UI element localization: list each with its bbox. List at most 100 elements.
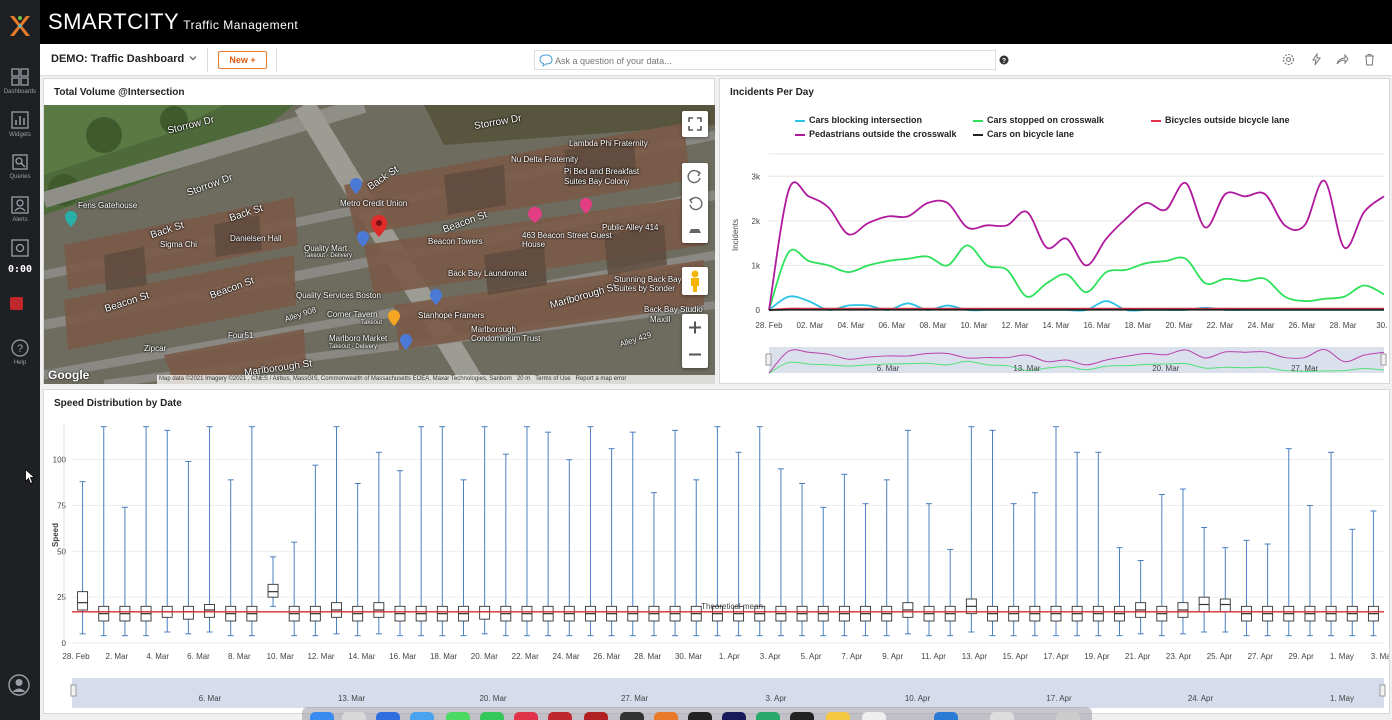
dock-app-icon[interactable]	[548, 712, 572, 720]
dock-app-icon[interactable]	[826, 712, 850, 720]
map-streetview-button[interactable]	[682, 267, 708, 295]
ask-question-input[interactable]	[555, 53, 985, 68]
rail-item-queries[interactable]: Queries	[0, 153, 40, 180]
map-shop-pin-icon[interactable]	[430, 289, 442, 305]
mouse-cursor-icon	[25, 469, 35, 485]
rotate-clockwise-icon[interactable]	[682, 163, 708, 189]
rail-item-dashboards[interactable]: Dashboards	[0, 68, 40, 95]
legend-item-bicycles-outside[interactable]: Bicycles outside bicycle lane	[1151, 115, 1290, 125]
incidents-line-chart[interactable]: 0 1k 2k 3k Incidents 28. Feb 02. Mar 04. Mar 06.…	[720, 140, 1388, 380]
legend-label: Cars on bicycle lane	[987, 129, 1075, 139]
dock-app-icon[interactable]	[376, 712, 400, 720]
rail-item-help[interactable]: ? Help	[0, 339, 40, 366]
ask-question-box[interactable]	[534, 50, 996, 70]
map-report-link[interactable]: Report a map error	[576, 376, 627, 382]
boxplot-item	[923, 503, 935, 637]
map-place-label[interactable]: Quality Mart	[304, 244, 347, 253]
trash-icon[interactable]	[1363, 53, 1376, 66]
queries-icon	[12, 154, 28, 170]
legend-item-cars-stopped[interactable]: Cars stopped on crosswalk	[973, 115, 1104, 125]
map-place-label[interactable]: 463 Beacon Street Guest House	[522, 231, 614, 249]
question-help-icon[interactable]: ?	[999, 55, 1009, 65]
smartcity-logo-icon[interactable]	[8, 14, 32, 38]
map-place-label[interactable]: Zipcar	[144, 344, 166, 353]
new-button[interactable]: New +	[218, 51, 267, 69]
dock-app-icon[interactable]	[756, 712, 780, 720]
dock-app-icon[interactable]	[790, 712, 814, 720]
dock-app-icon[interactable]	[446, 712, 470, 720]
map-place-label[interactable]: Lambda Phi Fraternity	[569, 139, 648, 148]
speed-boxplot-chart[interactable]: 0255075100SpeedTheoretical mean28. Feb 2.…	[44, 415, 1389, 712]
record-button[interactable]	[10, 297, 23, 310]
flash-icon[interactable]	[1310, 53, 1323, 66]
zoom-out-icon[interactable]	[682, 341, 708, 368]
tilt-view-icon[interactable]	[682, 217, 708, 243]
chevron-down-icon[interactable]	[188, 53, 198, 63]
map-place-label[interactable]: Fens Gatehouse	[78, 201, 137, 210]
camera-icon[interactable]	[11, 239, 29, 257]
macos-dock	[302, 707, 1092, 720]
map-place-label[interactable]: Sigma Chi	[160, 240, 197, 249]
dock-app-icon[interactable]	[480, 712, 504, 720]
dock-app-icon[interactable]	[584, 712, 608, 720]
map-place-label[interactable]: Danielsen Hall	[230, 234, 282, 243]
x-tick-label: 06. Mar	[878, 321, 905, 330]
dock-app-icon[interactable]	[688, 712, 712, 720]
map-shop-pin-icon[interactable]	[400, 334, 412, 350]
dock-app-icon[interactable]	[342, 712, 366, 720]
map-place-label[interactable]: Back Bay Studio	[644, 305, 703, 314]
map-bank-pin-icon[interactable]	[350, 178, 362, 194]
google-logo[interactable]: Google	[48, 368, 89, 382]
map-place-label[interactable]: Stunning Back Bay Suites by Sonder	[614, 275, 684, 293]
map-place-label[interactable]: Corner Tavern	[327, 310, 378, 319]
map-food-pin-icon[interactable]	[388, 310, 400, 326]
map-place-label[interactable]: Takeout · Delivery	[329, 344, 377, 350]
map-fullscreen-button[interactable]	[682, 111, 708, 137]
dock-app-icon[interactable]	[654, 712, 678, 720]
map-place-label[interactable]: Quality Services Boston	[296, 291, 381, 300]
dock-app-icon[interactable]	[410, 712, 434, 720]
map-place-label[interactable]: Metro Credit Union	[340, 199, 407, 208]
legend-item-cars-blocking[interactable]: Cars blocking intersection	[795, 115, 922, 125]
legend-item-cars-on-bicycle-lane[interactable]: Cars on bicycle lane	[973, 129, 1074, 139]
map-landmark-pin-icon[interactable]	[65, 211, 77, 227]
legend-item-pedestrians-outside[interactable]: Pedastrians outside the crosswalk	[795, 129, 957, 139]
map-hotel-pin-icon[interactable]	[580, 198, 592, 214]
map-place-label[interactable]: Takeout	[361, 320, 382, 326]
map-place-label[interactable]: Four51	[228, 331, 253, 340]
map-hotel-pin-icon[interactable]	[528, 207, 542, 223]
dashboard-title[interactable]: DEMO: Traffic Dashboard	[51, 53, 184, 65]
map-place-label[interactable]: Takeout · Delivery	[304, 253, 352, 259]
settings-gear-icon[interactable]	[1282, 53, 1295, 66]
zoom-in-icon[interactable]	[682, 314, 708, 341]
rotate-counterclockwise-icon[interactable]	[682, 190, 708, 216]
dock-trash-icon[interactable]	[1056, 712, 1080, 720]
map-place-label[interactable]: Nu Delta Fraternity	[511, 155, 578, 164]
rail-item-label: Queries	[9, 174, 31, 180]
map-location-pin-icon[interactable]	[371, 215, 387, 245]
dock-app-icon[interactable]	[514, 712, 538, 720]
dock-app-icon[interactable]	[620, 712, 644, 720]
rail-item-alerts[interactable]: Alerts	[0, 196, 40, 223]
map-place-label[interactable]: Pi Bed and Breakfast	[564, 167, 639, 176]
dock-app-icon[interactable]	[310, 712, 334, 720]
x-tick-label: 20. Mar	[471, 652, 498, 661]
map-place-label[interactable]: Suites Bay Colony	[564, 177, 629, 186]
map-place-label[interactable]: Marlborough Condominium Trust	[471, 325, 557, 343]
dock-app-icon[interactable]	[934, 712, 958, 720]
map-place-label[interactable]: Stanhope Framers	[418, 311, 484, 320]
boxplot-item	[352, 483, 364, 637]
satellite-map[interactable]: Storrow Dr Storrow Dr Storrow Dr Back St…	[44, 105, 715, 384]
rail-item-widgets[interactable]: Widgets	[0, 111, 40, 138]
map-place-label[interactable]: Maxill	[650, 315, 670, 324]
share-icon[interactable]	[1336, 53, 1349, 66]
map-shop-pin-icon[interactable]	[357, 231, 369, 247]
dock-app-icon[interactable]	[862, 712, 886, 720]
map-place-label[interactable]: Back Bay Laundromat	[448, 269, 527, 278]
map-place-label[interactable]: Marlboro Market	[329, 334, 387, 343]
dock-app-icon[interactable]	[990, 712, 1014, 720]
user-avatar-icon[interactable]	[8, 674, 30, 696]
map-terms-link[interactable]: Terms of Use	[535, 376, 570, 382]
map-place-label[interactable]: Beacon Towers	[428, 237, 483, 246]
dock-app-icon[interactable]	[722, 712, 746, 720]
